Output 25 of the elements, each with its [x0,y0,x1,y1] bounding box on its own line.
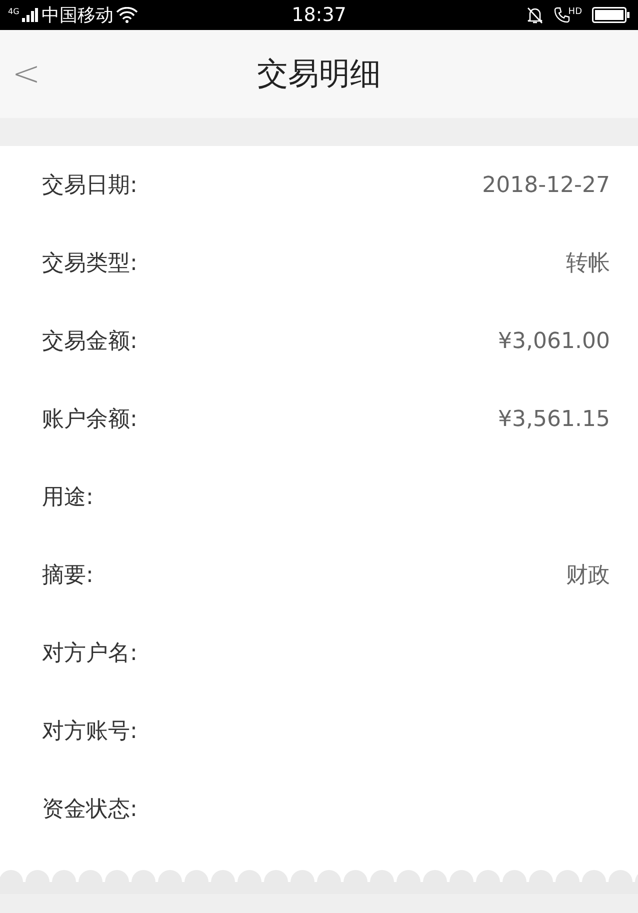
field-value: 转帐 [566,250,610,278]
field-label: 对方账号: [42,718,138,746]
bell-off-icon [526,6,544,24]
page-title: 交易明细 [257,55,381,94]
clock: 18:37 [292,4,346,26]
field-value: 财政 [566,562,610,590]
field-label: 用途: [42,484,94,512]
carrier-name: 中国移动 [41,4,114,27]
signal-icon [22,8,38,22]
field-label: 摘要: [42,562,94,590]
field-label: 对方户名: [42,640,138,668]
field-value: 2018-12-27 [482,172,610,198]
battery-icon [592,7,630,23]
hd-label: HD [568,7,582,17]
field-label: 交易类型: [42,250,138,278]
field-value: ¥3,061.00 [498,328,610,354]
field-label: 交易日期: [42,172,138,200]
field-label: 交易金额: [42,328,138,356]
field-label: 账户余额: [42,406,138,434]
back-button[interactable]: < [0,54,40,94]
phone-icon [554,7,570,23]
network-type: 4G [8,7,20,16]
field-label: 资金状态: [42,796,138,824]
field-value: ¥3,561.15 [498,406,610,432]
wifi-icon [116,7,138,23]
